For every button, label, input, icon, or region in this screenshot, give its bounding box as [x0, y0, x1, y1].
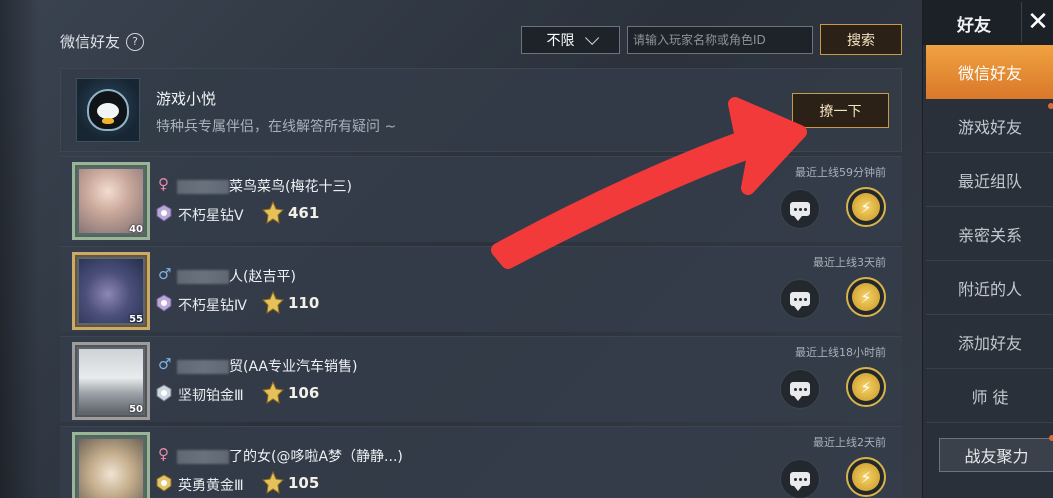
avatar[interactable]: 50 [72, 342, 150, 420]
rank-text: 不朽星钻Ⅳ [178, 298, 247, 314]
sidebar-item-nearby[interactable]: 附近的人 [926, 261, 1053, 315]
friend-name: 菜鸟菜鸟(梅花十三) [177, 176, 352, 196]
level-text: 40 [129, 224, 143, 235]
chat-bubble-icon [790, 202, 810, 221]
rank-text: 坚韧铂金Ⅲ [178, 388, 244, 404]
friend-row[interactable]: 40 ♀ 菜鸟菜鸟(梅花十三) 不朽星钻Ⅴ 461 最近上线59分钟前 ⚡ [60, 156, 902, 242]
lightning-icon: ⚡ [852, 373, 880, 401]
friends-panel: 微信好友 ? 不限 搜索 游戏小悦 特种兵专属伴侣，在线解答所有疑问 ~ 撩一下… [0, 0, 922, 498]
avatar[interactable]: 40 [72, 162, 150, 240]
friend-name-text: 了的女(@哆啦A梦（静静...) [229, 449, 403, 465]
section-title: 微信好友 [60, 33, 121, 51]
rank-text: 英勇黄金Ⅲ [178, 478, 244, 494]
level-text: 50 [129, 404, 143, 415]
assistant-avatar[interactable] [76, 78, 140, 142]
team-power-button[interactable]: 战友聚力 [939, 435, 1053, 472]
sidebar: 好友 ✕ 微信好友 游戏好友 最近组队 亲密关系 附近的人 添加好友 师 徒 战… [922, 0, 1053, 498]
search-button[interactable]: 搜索 [820, 24, 902, 55]
assistant-card: 游戏小悦 特种兵专属伴侣，在线解答所有疑问 ~ 撩一下 [60, 68, 902, 152]
chat-button[interactable] [780, 189, 820, 229]
tier-value: 110 [288, 294, 320, 312]
left-shadow [0, 0, 40, 498]
send-energy-button[interactable]: ⚡ [846, 457, 886, 497]
tier-crown-icon [261, 291, 285, 315]
chevron-down-icon [584, 30, 599, 45]
last-online-text: 最近上线18小时前 [795, 346, 886, 359]
send-energy-button[interactable]: ⚡ [846, 187, 886, 227]
last-online-text: 最近上线2天前 [813, 436, 886, 449]
female-icon: ♀ [158, 445, 169, 463]
friend-name-text: 菜鸟菜鸟(梅花十三) [229, 179, 352, 195]
sidebar-item-wechat-friends[interactable]: 微信好友 [926, 45, 1053, 99]
lightning-icon: ⚡ [852, 463, 880, 491]
tier-value: 106 [288, 384, 320, 402]
sidebar-header: 好友 ✕ [923, 0, 1053, 45]
rank-badge-icon [156, 204, 172, 222]
notification-dot [1049, 435, 1053, 441]
search-input[interactable] [627, 26, 813, 54]
avatar[interactable]: 55 [72, 252, 150, 330]
friend-name-text: 贸(AA专业汽车销售) [229, 359, 358, 375]
sidebar-title: 好友 [957, 16, 991, 36]
male-icon: ♂ [158, 265, 172, 283]
lightning-icon: ⚡ [852, 283, 880, 311]
send-energy-button[interactable]: ⚡ [846, 277, 886, 317]
last-online-text: 最近上线59分钟前 [795, 166, 886, 179]
sidebar-item-label: 游戏好友 [957, 117, 1022, 137]
avatar[interactable] [72, 432, 150, 498]
team-power-label: 战友聚力 [964, 447, 1029, 466]
friend-name: 了的女(@哆啦A梦（静静...) [177, 446, 403, 466]
level-text: 55 [129, 314, 143, 325]
tier-value: 461 [288, 204, 320, 222]
sidebar-item-recent-team[interactable]: 最近组队 [926, 153, 1053, 207]
section-header: 微信好友 ? [60, 31, 145, 52]
tier-value: 105 [288, 474, 320, 492]
help-icon[interactable]: ? [126, 32, 145, 51]
penguin-icon [87, 89, 129, 131]
chat-bubble-icon [790, 472, 810, 491]
chat-bubble-icon [790, 292, 810, 311]
filter-dropdown[interactable]: 不限 [521, 26, 620, 54]
close-icon: ✕ [1027, 7, 1049, 37]
send-energy-button[interactable]: ⚡ [846, 367, 886, 407]
last-online-text: 最近上线3天前 [813, 256, 886, 269]
tier-crown-icon [261, 201, 285, 225]
friend-row[interactable]: 50 ♂ 贸(AA专业汽车销售) 坚韧铂金Ⅲ 106 最近上线18小时前 ⚡ [60, 336, 902, 422]
male-icon: ♂ [158, 355, 172, 373]
rank-badge-icon [156, 474, 172, 492]
rank-text: 不朽星钻Ⅴ [178, 208, 244, 224]
filter-value: 不限 [546, 33, 575, 49]
friend-name: 贸(AA专业汽车销售) [177, 356, 357, 376]
chat-button[interactable] [780, 279, 820, 319]
poke-button[interactable]: 撩一下 [792, 93, 889, 128]
friend-name-text: 人(赵吉平) [229, 269, 296, 285]
sidebar-item-game-friends[interactable]: 游戏好友 [926, 99, 1053, 153]
sidebar-item-add-friend[interactable]: 添加好友 [926, 315, 1053, 369]
assistant-description: 特种兵专属伴侣，在线解答所有疑问 ~ [156, 119, 397, 135]
sidebar-item-mentor[interactable]: 师 徒 [926, 369, 1053, 423]
notification-dot [1048, 103, 1053, 109]
chat-button[interactable] [780, 459, 820, 498]
lightning-icon: ⚡ [852, 193, 880, 221]
chat-bubble-icon [790, 382, 810, 401]
assistant-name: 游戏小悦 [156, 90, 217, 108]
friend-row[interactable]: ♀ 了的女(@哆啦A梦（静静...) 英勇黄金Ⅲ 105 最近上线2天前 ⚡ [60, 426, 902, 498]
chat-button[interactable] [780, 369, 820, 409]
friend-name: 人(赵吉平) [177, 266, 296, 286]
sidebar-item-intimacy[interactable]: 亲密关系 [926, 207, 1053, 261]
friend-row[interactable]: 55 ♂ 人(赵吉平) 不朽星钻Ⅳ 110 最近上线3天前 ⚡ [60, 246, 902, 332]
tier-crown-icon [261, 471, 285, 495]
close-button[interactable]: ✕ [1021, 2, 1053, 42]
rank-badge-icon [156, 294, 172, 312]
tier-crown-icon [261, 381, 285, 405]
female-icon: ♀ [158, 175, 169, 193]
rank-badge-icon [156, 384, 172, 402]
